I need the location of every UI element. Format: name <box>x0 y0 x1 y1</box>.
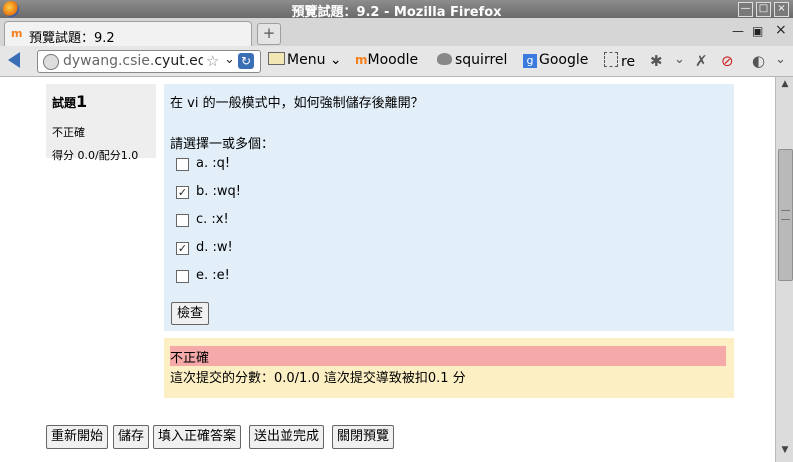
bookmark-star-icon[interactable]: ☆ <box>206 52 219 70</box>
bookmark-squirrel-label: squirrel <box>455 52 508 68</box>
bookmark-menu[interactable]: Menu ⌄ <box>268 52 342 68</box>
block-icon[interactable]: ⊘ <box>721 52 734 70</box>
vertical-scrollbar[interactable]: ▲ ▼ <box>775 77 793 462</box>
check-button[interactable]: 檢查 <box>171 302 210 325</box>
bookmark-google-label: Google <box>539 52 589 68</box>
tab-label: 預覽試題：9.2 <box>29 31 115 46</box>
option-label[interactable]: d. :w! <box>196 240 233 255</box>
reload-icon[interactable]: ↻ <box>238 53 254 69</box>
incorrect-status-bar <box>170 346 726 366</box>
url-host: dywang.csie. <box>63 53 155 69</box>
url-text[interactable]: dywang.csie.cyut.edu.tw <box>63 53 203 69</box>
bookmark-re-label: re <box>621 54 636 70</box>
maximize-button[interactable]: □ <box>756 2 771 17</box>
question-grade: 得分 0.0/配分1.0 <box>52 149 139 162</box>
page-icon <box>604 52 618 67</box>
tab-preview-question[interactable]: m 預覽試題：9.2 <box>4 21 252 47</box>
question-number-prefix: 試題 <box>52 96 77 110</box>
page-content: 試題1 不正確 得分 0.0/配分1.0 在 vi 的一般模式中，如何強制儲存後… <box>0 77 775 462</box>
option-label[interactable]: a. :q! <box>196 156 230 171</box>
question-number-value: 1 <box>76 92 88 111</box>
tab-list-icon[interactable]: — <box>732 24 744 38</box>
question-state: 不正確 <box>52 126 85 139</box>
option-label[interactable]: c. :x! <box>196 212 229 227</box>
moodle-favicon-icon: m <box>11 27 23 40</box>
bookmark-squirrel[interactable]: squirrel <box>437 52 507 68</box>
bookmark-menu-label: Menu <box>287 52 326 68</box>
bookmark-moodle-label: Moodle <box>367 52 419 68</box>
bookmark-google[interactable]: g Google <box>523 52 588 68</box>
submit-finish-button[interactable]: 送出並完成 <box>249 425 325 449</box>
extension-globe-icon[interactable]: ◐ <box>752 52 765 70</box>
tab-bar: m 預覽試題：9.2 + — ▣ × <box>0 18 793 47</box>
close-preview-button[interactable]: 關閉預覽 <box>332 425 395 449</box>
checkbox-c[interactable] <box>176 214 189 227</box>
new-tab-button[interactable]: + <box>257 23 281 45</box>
checkbox-b[interactable]: ✓ <box>176 186 189 199</box>
overflow-menu-icon[interactable]: ⌄ <box>775 52 786 67</box>
question-form: 在 vi 的一般模式中，如何強制儲存後離開？ 請選擇一或多個： a. :q! ✓… <box>164 84 734 331</box>
folder-icon <box>268 52 285 65</box>
close-window-button[interactable]: × <box>774 2 789 17</box>
option-label[interactable]: e. :e! <box>196 268 230 283</box>
scrollbar-grip-icon <box>781 210 790 220</box>
feedback-panel: 不正確 這次提交的分數：0.0/1.0 這次提交導致被扣0.1 分 <box>164 338 734 398</box>
site-identity-icon[interactable] <box>43 54 59 70</box>
scrollbar-thumb[interactable] <box>778 149 793 281</box>
save-button[interactable]: 儲存 <box>113 425 150 449</box>
bookmark-re[interactable]: re <box>604 52 635 70</box>
moodle-icon: m <box>355 53 368 67</box>
bookmark-moodle[interactable]: mMoodle <box>355 52 418 68</box>
option-label[interactable]: b. :wq! <box>196 184 241 199</box>
url-dropdown-icon[interactable]: ⌄ <box>224 52 235 67</box>
answer-prompt: 請選擇一或多個： <box>170 137 275 152</box>
checkbox-a[interactable] <box>176 158 189 171</box>
squirrel-icon <box>437 53 452 65</box>
feedback-marks: 這次提交的分數：0.0/1.0 這次提交導致被扣0.1 分 <box>170 371 466 386</box>
question-text: 在 vi 的一般模式中，如何強制儲存後離開？ <box>170 96 424 111</box>
question-info-panel: 試題1 不正確 得分 0.0/配分1.0 <box>46 84 156 162</box>
fill-correct-button[interactable]: 填入正確答案 <box>153 425 242 449</box>
url-bar[interactable]: dywang.csie.cyut.edu.tw ☆ ⌄ ↻ <box>37 50 261 73</box>
extension-tools-icon[interactable]: ✗ <box>695 52 708 70</box>
extension-dropdown-icon[interactable]: ⌄ <box>674 52 685 67</box>
url-domain: cyut.edu.tw <box>154 53 203 69</box>
restart-button[interactable]: 重新開始 <box>46 425 109 449</box>
navigation-bar: dywang.csie.cyut.edu.tw ☆ ⌄ ↻ Menu ⌄ mMo… <box>0 46 793 77</box>
extension-bug-icon[interactable]: ✱ <box>650 52 663 70</box>
checkbox-e[interactable] <box>176 270 189 283</box>
restore-window-button[interactable]: ▣ <box>752 24 763 38</box>
scroll-down-icon[interactable]: ▼ <box>776 445 793 459</box>
scroll-up-icon[interactable]: ▲ <box>776 79 793 93</box>
google-icon: g <box>523 54 537 68</box>
back-arrow-icon[interactable] <box>8 52 20 68</box>
checkbox-d[interactable]: ✓ <box>176 242 189 255</box>
feedback-status: 不正確 <box>170 351 210 366</box>
minimize-button[interactable]: — <box>738 2 753 17</box>
close-tab-button[interactable]: × <box>775 22 787 38</box>
window-titlebar: 預覽試題：9.2 - Mozilla Firefox — □ × <box>0 0 793 20</box>
question-number: 試題1 <box>52 92 87 111</box>
